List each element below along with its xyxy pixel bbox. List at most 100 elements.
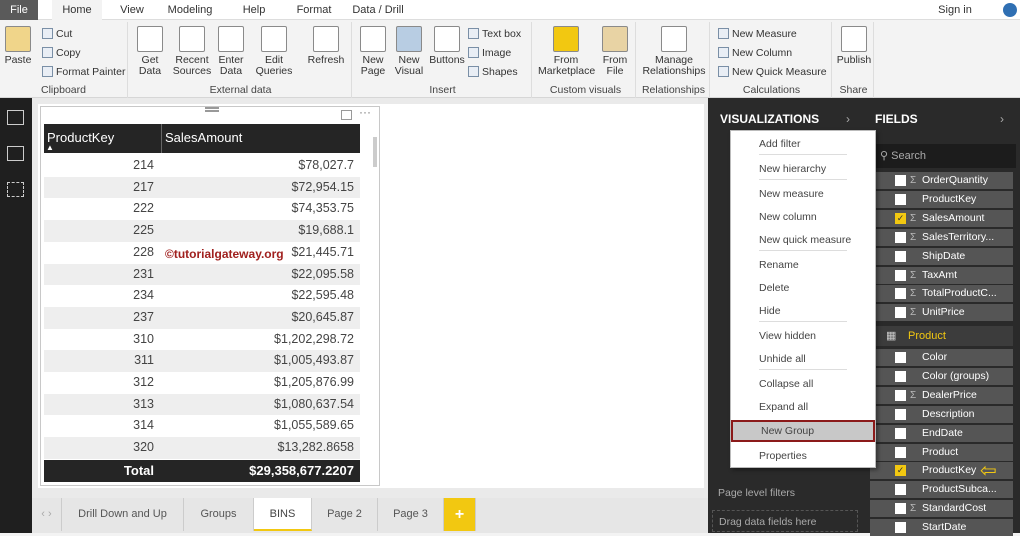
collapse-chevron-icon[interactable]: › <box>1000 112 1004 126</box>
tab-format[interactable]: Format <box>290 0 338 20</box>
menu-item-new-measure[interactable]: New measure <box>731 183 875 205</box>
field-item[interactable]: Description <box>870 405 1013 423</box>
tab-file[interactable]: File <box>0 0 38 20</box>
format-painter-button[interactable]: Format Painter <box>42 66 125 78</box>
table-row[interactable]: 234 $22,595.48 <box>44 285 360 307</box>
focus-mode-icon[interactable] <box>341 110 352 120</box>
table-row[interactable]: 312 $1,205,876.99 <box>44 372 360 394</box>
menu-item-new-quick-measure[interactable]: New quick measure <box>731 229 875 251</box>
menu-item-view-hidden[interactable]: View hidden <box>731 325 875 347</box>
edit-queries-button[interactable]: Edit Queries <box>252 26 296 77</box>
new-page-button[interactable]: New Page <box>356 26 390 77</box>
field-item[interactable]: Σ DealerPrice <box>870 386 1013 404</box>
field-checkbox[interactable] <box>895 250 906 262</box>
field-item[interactable]: Color (groups) <box>870 367 1013 385</box>
field-checkbox[interactable] <box>895 522 906 534</box>
field-item[interactable]: Σ UnitPrice <box>870 304 1013 322</box>
field-item[interactable]: EndDate <box>870 424 1013 442</box>
field-checkbox[interactable] <box>895 352 906 363</box>
menu-item-expand-all[interactable]: Expand all <box>731 396 875 418</box>
field-checkbox[interactable]: ✓ <box>895 465 906 477</box>
drag-fields-dropzone[interactable]: Drag data fields here <box>712 510 858 532</box>
page-tab[interactable]: Page 3 <box>378 498 444 531</box>
field-item[interactable]: ProductSubca... <box>870 481 1013 499</box>
field-checkbox[interactable] <box>895 389 906 401</box>
get-data-button[interactable]: Get Data <box>134 26 166 77</box>
table-row[interactable]: 225 $19,688.1 <box>44 220 360 242</box>
menu-item-unhide-all[interactable]: Unhide all <box>731 348 875 370</box>
recent-sources-button[interactable]: Recent Sources <box>170 26 214 77</box>
table-scrollbar[interactable] <box>373 137 377 167</box>
refresh-button[interactable]: Refresh <box>306 26 346 66</box>
tab-home[interactable]: Home <box>52 0 102 20</box>
report-view-icon[interactable] <box>7 110 24 125</box>
field-checkbox[interactable] <box>895 503 906 515</box>
tab-data-drill[interactable]: Data / Drill <box>348 0 408 20</box>
cut-button[interactable]: Cut <box>42 28 72 40</box>
table-row[interactable]: 313 $1,080,637.54 <box>44 393 360 416</box>
field-checkbox[interactable]: ✓ <box>895 212 906 224</box>
field-item[interactable]: Σ OrderQuantity <box>870 172 1013 189</box>
field-checkbox[interactable] <box>895 484 906 496</box>
page-tab[interactable]: Page 2 <box>312 498 378 531</box>
page-nav-arrows[interactable]: ‹ › <box>32 498 62 531</box>
field-checkbox[interactable] <box>895 193 906 205</box>
shapes-button[interactable]: Shapes <box>468 66 518 78</box>
field-item[interactable]: StartDate <box>870 519 1013 536</box>
new-visual-button[interactable]: New Visual <box>392 26 426 77</box>
from-marketplace-button[interactable]: From Marketplace <box>538 26 595 77</box>
field-checkbox[interactable] <box>895 307 906 319</box>
help-icon[interactable] <box>1003 3 1017 17</box>
tab-help[interactable]: Help <box>234 0 274 20</box>
menu-item-rename[interactable]: Rename <box>731 254 875 276</box>
data-view-icon[interactable] <box>7 146 24 161</box>
more-options-icon[interactable]: ··· <box>359 105 371 119</box>
copy-button[interactable]: Copy <box>42 47 81 59</box>
new-column-button[interactable]: New Column <box>718 47 792 59</box>
tab-modeling[interactable]: Modeling <box>162 0 218 20</box>
image-button[interactable]: Image <box>468 47 511 59</box>
field-item[interactable]: Color <box>870 349 1013 366</box>
field-item[interactable]: Σ SalesTerritory... <box>870 228 1013 246</box>
model-view-icon[interactable] <box>7 182 24 197</box>
field-checkbox[interactable] <box>895 446 906 458</box>
field-checkbox[interactable] <box>895 288 906 300</box>
menu-item-new-column[interactable]: New column <box>731 206 875 228</box>
new-quick-measure-button[interactable]: New Quick Measure <box>718 66 827 78</box>
table-row[interactable]: 310 $1,202,298.72 <box>44 328 360 351</box>
field-item[interactable]: ✓ Σ SalesAmount <box>870 209 1013 227</box>
menu-item-new-hierarchy[interactable]: New hierarchy <box>731 158 875 180</box>
field-checkbox[interactable] <box>895 231 906 243</box>
sign-in-link[interactable]: Sign in <box>930 0 980 20</box>
table-row[interactable]: 222 $74,353.75 <box>44 198 360 221</box>
menu-item-hide[interactable]: Hide <box>731 300 875 322</box>
table-row[interactable]: 311 $1,005,493.87 <box>44 350 360 372</box>
table-row[interactable]: 214 $78,027.7 <box>44 155 360 177</box>
field-checkbox[interactable] <box>895 370 906 382</box>
tab-view[interactable]: View <box>112 0 152 20</box>
field-checkbox[interactable] <box>895 269 906 281</box>
table-row[interactable]: 320 $13,282.8658 <box>44 437 360 459</box>
menu-item-new-group[interactable]: New Group <box>731 420 875 442</box>
enter-data-button[interactable]: Enter Data <box>216 26 246 77</box>
field-item[interactable]: ShipDate <box>870 247 1013 265</box>
field-item[interactable]: Σ TotalProductC... <box>870 285 1013 303</box>
column-header-productkey[interactable]: ProductKey <box>47 130 114 145</box>
menu-item-collapse-all[interactable]: Collapse all <box>731 373 875 395</box>
page-tab-active[interactable]: BINS <box>254 498 312 531</box>
table-row[interactable]: 217 $72,954.15 <box>44 176 360 199</box>
menu-item-properties[interactable]: Properties <box>731 445 875 467</box>
field-checkbox[interactable] <box>895 427 906 439</box>
page-tab[interactable]: Groups <box>184 498 254 531</box>
field-item[interactable]: Σ TaxAmt <box>870 266 1013 284</box>
table-row[interactable]: 314 $1,055,589.65 <box>44 415 360 438</box>
field-item[interactable]: Σ StandardCost <box>870 500 1013 518</box>
fields-search-input[interactable]: ⚲ Search <box>872 144 1016 168</box>
paste-button[interactable]: Paste <box>4 26 32 66</box>
field-checkbox[interactable] <box>895 408 906 420</box>
text-box-button[interactable]: Text box <box>468 28 521 40</box>
page-tab[interactable]: Drill Down and Up <box>62 498 184 531</box>
add-page-button[interactable]: + <box>444 498 476 531</box>
field-checkbox[interactable] <box>895 175 906 186</box>
new-measure-button[interactable]: New Measure <box>718 28 797 40</box>
